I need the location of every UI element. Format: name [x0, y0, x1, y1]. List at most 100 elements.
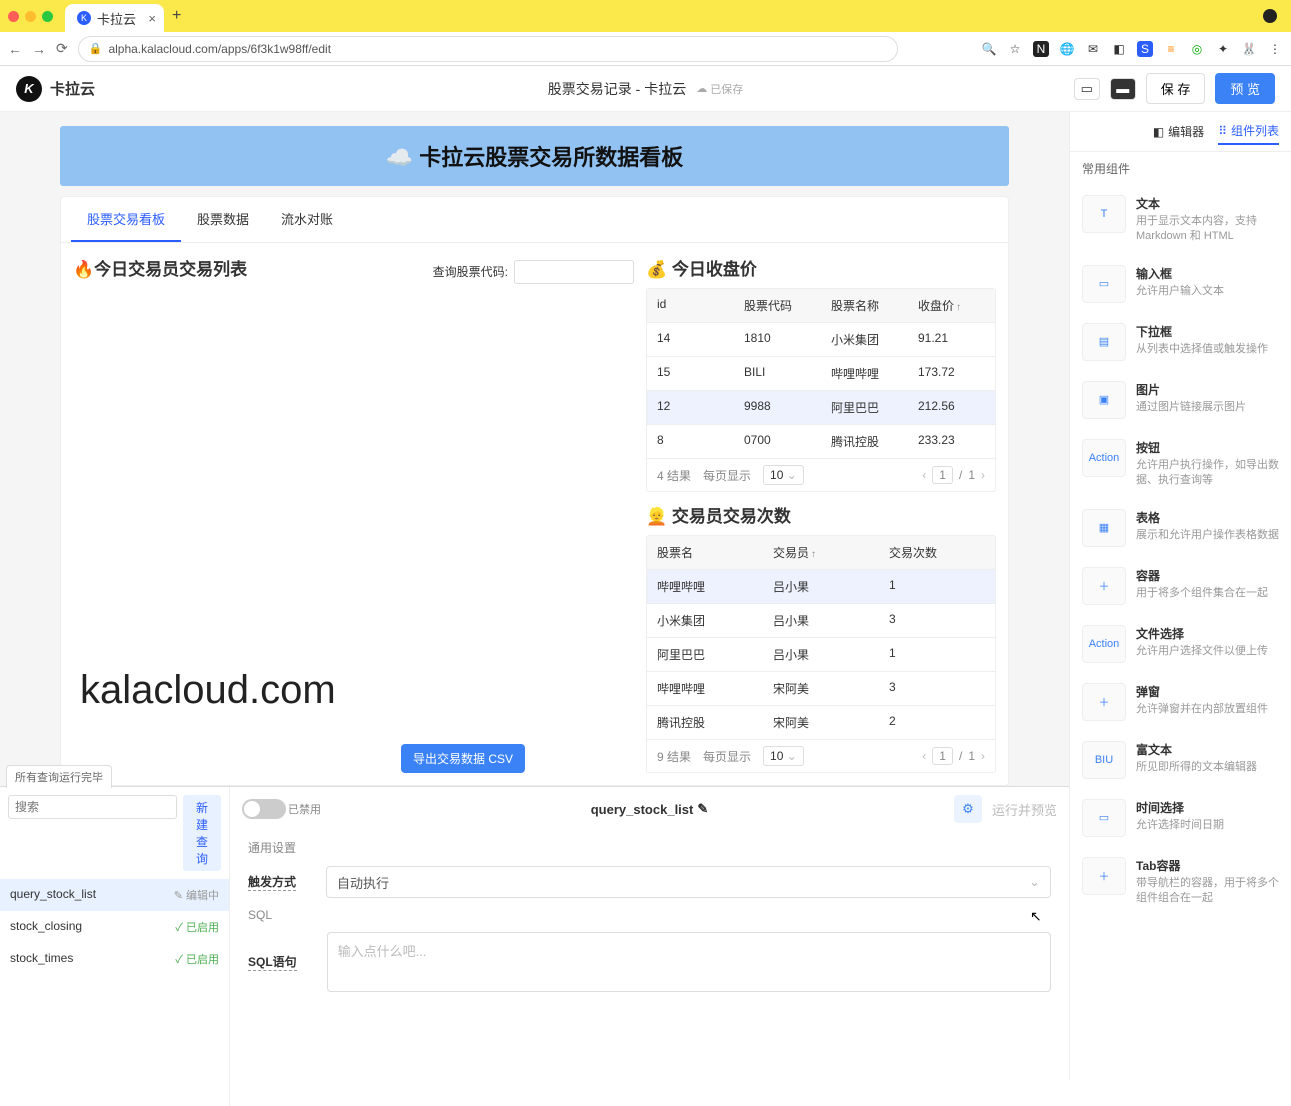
extensions-icon[interactable]: ✦ — [1215, 41, 1231, 57]
component-icon: Action — [1082, 439, 1126, 477]
sort-asc-icon: ↑ — [956, 302, 961, 313]
tab-flow[interactable]: 流水对账 — [265, 197, 349, 242]
maximize-window-button[interactable] — [42, 11, 53, 22]
app-title: 股票交易记录 - 卡拉云 — [548, 79, 686, 99]
query-list-item[interactable]: stock_times✓ 已启用 — [0, 943, 229, 975]
component-item[interactable]: BIU富文本所见即所得的文本编辑器 — [1070, 731, 1291, 789]
query-panel: 所有查询运行完毕 新建查询 query_stock_list✎ 编辑中stock… — [0, 786, 1069, 1106]
logo-icon: K — [16, 76, 42, 102]
new-query-button[interactable]: 新建查询 — [183, 795, 221, 871]
sql-statement-label: SQL语句 — [248, 953, 297, 971]
component-item[interactable]: ▤下拉框从列表中选择值或触发操作 — [1070, 313, 1291, 371]
component-item[interactable]: ▭输入框允许用户输入文本 — [1070, 255, 1291, 313]
query-code-label: 查询股票代码: — [433, 263, 508, 280]
component-icon: BIU — [1082, 741, 1126, 779]
col-count[interactable]: 交易次数 — [879, 536, 995, 569]
enable-toggle[interactable] — [242, 799, 286, 819]
tt-page[interactable]: 1 — [932, 747, 953, 765]
rp-tab-editor[interactable]: ◧ 编辑器 — [1153, 122, 1204, 141]
minimize-window-button[interactable] — [25, 11, 36, 22]
star-icon[interactable]: ☆ — [1007, 41, 1023, 57]
component-icon: T — [1082, 195, 1126, 233]
rp-tab-components[interactable]: ⠿ 组件列表 — [1218, 122, 1279, 145]
sql-textarea[interactable]: 输入点什么吧... — [327, 932, 1051, 992]
query-code-input[interactable] — [514, 260, 634, 284]
tab-trade-board[interactable]: 股票交易看板 — [71, 197, 181, 242]
tt-prev-page[interactable]: ‹ — [922, 749, 926, 763]
tt-next-page[interactable]: › — [981, 749, 985, 763]
edit-icon[interactable]: ✎ — [697, 801, 708, 817]
table-row[interactable]: 129988阿里巴巴212.56 — [647, 390, 995, 424]
common-components-label: 常用组件 — [1070, 152, 1291, 185]
col-trader[interactable]: 交易员↑ — [763, 536, 879, 569]
table-row[interactable]: 80700腾讯控股233.23 — [647, 424, 995, 458]
close-window-button[interactable] — [8, 11, 19, 22]
address-bar: ← → ⟳ 🔒 alpha.kalacloud.com/apps/6f3k1w9… — [0, 32, 1291, 66]
cp-page[interactable]: 1 — [932, 466, 953, 484]
menu-icon[interactable]: ⋮ — [1267, 41, 1283, 57]
preview-button[interactable]: 预 览 — [1215, 73, 1275, 104]
tab-title: 卡拉云 — [97, 9, 136, 28]
saved-indicator: ☁ 已保存 — [696, 81, 743, 97]
component-item[interactable]: ＋弹窗允许弹窗并在内部放置组件 — [1070, 673, 1291, 731]
tt-per-page[interactable]: 10 ⌄ — [763, 746, 804, 766]
table-row[interactable]: 15BILI哔哩哔哩173.72 — [647, 356, 995, 390]
cp-prev-page[interactable]: ‹ — [922, 468, 926, 482]
table-row[interactable]: 哔哩哔哩宋阿美3 — [647, 671, 995, 705]
component-item[interactable]: ▣图片通过图片链接展示图片 — [1070, 371, 1291, 429]
col-id[interactable]: id — [647, 289, 734, 322]
browser-tab[interactable]: K 卡拉云 × — [65, 4, 164, 32]
url-input[interactable]: 🔒 alpha.kalacloud.com/apps/6f3k1w98ff/ed… — [78, 36, 898, 62]
app-header: K 卡拉云 股票交易记录 - 卡拉云 ☁ 已保存 ▭ ▬ 保 存 预 览 — [0, 66, 1291, 112]
mobile-view-button[interactable]: ▬ — [1110, 78, 1136, 100]
tab-stock-data[interactable]: 股票数据 — [181, 197, 265, 242]
disabled-label: 已禁用 — [288, 801, 321, 817]
trader-list-title: 🔥今日交易员交易列表 — [73, 255, 247, 280]
run-status-tab[interactable]: 所有查询运行完毕 — [6, 765, 112, 788]
component-item[interactable]: Action文件选择允许用户选择文件以便上传 — [1070, 615, 1291, 673]
closing-price-table: id 股票代码 股票名称 收盘价↑ 141810小米集团91.2115BILI哔… — [646, 288, 996, 492]
general-settings-label: 通用设置 — [248, 839, 1051, 856]
back-button[interactable]: ← — [8, 41, 22, 57]
component-icon: ▭ — [1082, 799, 1126, 837]
export-csv-button[interactable]: 导出交易数据 CSV — [401, 744, 525, 773]
new-tab-button[interactable]: + — [172, 7, 181, 25]
cp-per-page[interactable]: 10 ⌄ — [763, 465, 804, 485]
settings-button[interactable]: ⚙ — [954, 795, 982, 823]
logo-text: 卡拉云 — [50, 78, 95, 99]
col-code[interactable]: 股票代码 — [734, 289, 821, 322]
component-item[interactable]: ＋容器用于将多个组件集合在一起 — [1070, 557, 1291, 615]
col-stock[interactable]: 股票名 — [647, 536, 763, 569]
lock-icon: 🔒 — [89, 42, 103, 55]
cp-next-page[interactable]: › — [981, 468, 985, 482]
component-item[interactable]: ▦表格展示和允许用户操作表格数据 — [1070, 499, 1291, 557]
desktop-view-button[interactable]: ▭ — [1074, 78, 1100, 100]
reload-button[interactable]: ⟳ — [56, 40, 68, 57]
component-item[interactable]: Action按钮允许用户执行操作，如导出数据、执行查询等 — [1070, 429, 1291, 499]
query-list-item[interactable]: query_stock_list✎ 编辑中 — [0, 879, 229, 911]
component-icon: ＋ — [1082, 567, 1126, 605]
component-item[interactable]: T文本用于显示文本内容，支持 Markdown 和 HTML — [1070, 185, 1291, 255]
table-row[interactable]: 哔哩哔哩吕小果1 — [647, 569, 995, 603]
col-name[interactable]: 股票名称 — [821, 289, 908, 322]
table-row[interactable]: 腾讯控股宋阿美2 — [647, 705, 995, 739]
run-preview-button[interactable]: 运行并预览 — [992, 800, 1057, 819]
chevron-down-icon: ⌄ — [1029, 874, 1040, 890]
component-icon: Action — [1082, 625, 1126, 663]
forward-button[interactable]: → — [32, 41, 46, 57]
component-icon: ▣ — [1082, 381, 1126, 419]
component-item[interactable]: ▭时间选择允许选择时间日期 — [1070, 789, 1291, 847]
component-item[interactable]: ＋Tab容器带导航栏的容器，用于将多个组件组合在一起 — [1070, 847, 1291, 917]
search-icon[interactable]: 🔍 — [981, 41, 997, 57]
trigger-select[interactable]: 自动执行 ⌄ — [326, 866, 1051, 898]
col-price[interactable]: 收盘价↑ — [908, 289, 995, 322]
table-row[interactable]: 小米集团吕小果3 — [647, 603, 995, 637]
save-button[interactable]: 保 存 — [1146, 73, 1206, 104]
component-icon: ▦ — [1082, 509, 1126, 547]
query-search-input[interactable] — [8, 795, 177, 819]
query-list-item[interactable]: stock_closing✓ 已启用 — [0, 911, 229, 943]
table-row[interactable]: 141810小米集团91.21 — [647, 322, 995, 356]
close-tab-icon[interactable]: × — [148, 11, 156, 26]
table-row[interactable]: 阿里巴巴吕小果1 — [647, 637, 995, 671]
tt-results: 9 结果 — [657, 748, 691, 765]
